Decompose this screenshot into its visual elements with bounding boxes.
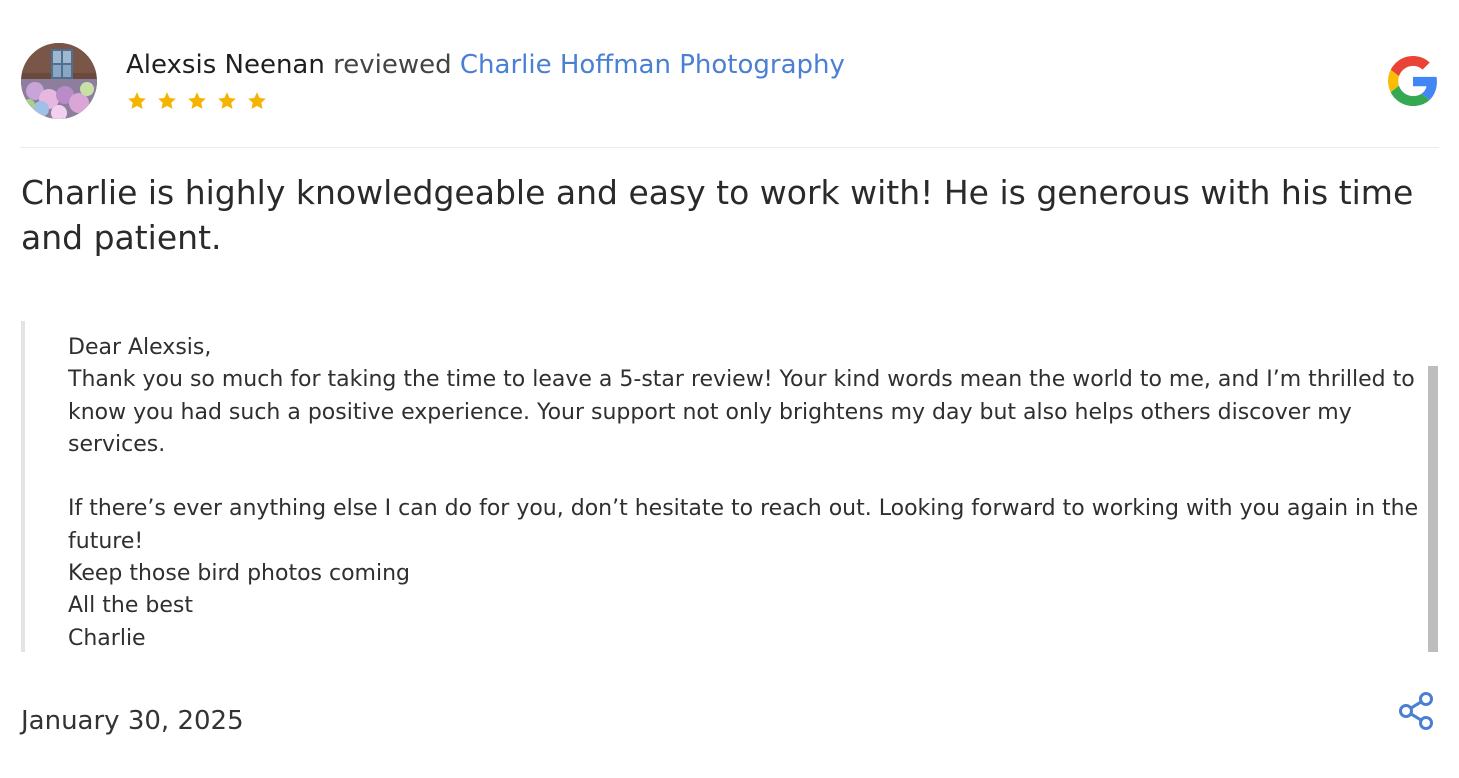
share-icon[interactable] [1397,691,1435,731]
owner-reply-text: Dear Alexsis, Thank you so much for taki… [68,335,1419,651]
header-divider [20,147,1439,148]
review-date: January 30, 2025 [21,706,244,736]
review-header: Alexsis Neenan reviewed Charlie Hoffman … [0,0,1459,148]
reviewed-label: reviewed [333,50,452,80]
owner-reply: Dear Alexsis, Thank you so much for taki… [21,321,1439,652]
business-link[interactable]: Charlie Hoffman Photography [460,50,845,80]
review-title-line: Alexsis Neenan reviewed Charlie Hoffman … [126,48,845,82]
star-icon [158,92,176,109]
star-rating [126,90,268,114]
star-icon [248,92,266,109]
reply-scrollbar[interactable] [1428,366,1438,652]
star-icon [218,92,236,109]
google-logo [1388,56,1437,106]
reviewer-avatar[interactable] [21,43,97,119]
review-text: Charlie is highly knowledgeable and easy… [21,173,1414,257]
reviewer-name[interactable]: Alexsis Neenan [126,50,325,80]
star-icon [188,92,206,109]
star-icon [128,92,146,109]
